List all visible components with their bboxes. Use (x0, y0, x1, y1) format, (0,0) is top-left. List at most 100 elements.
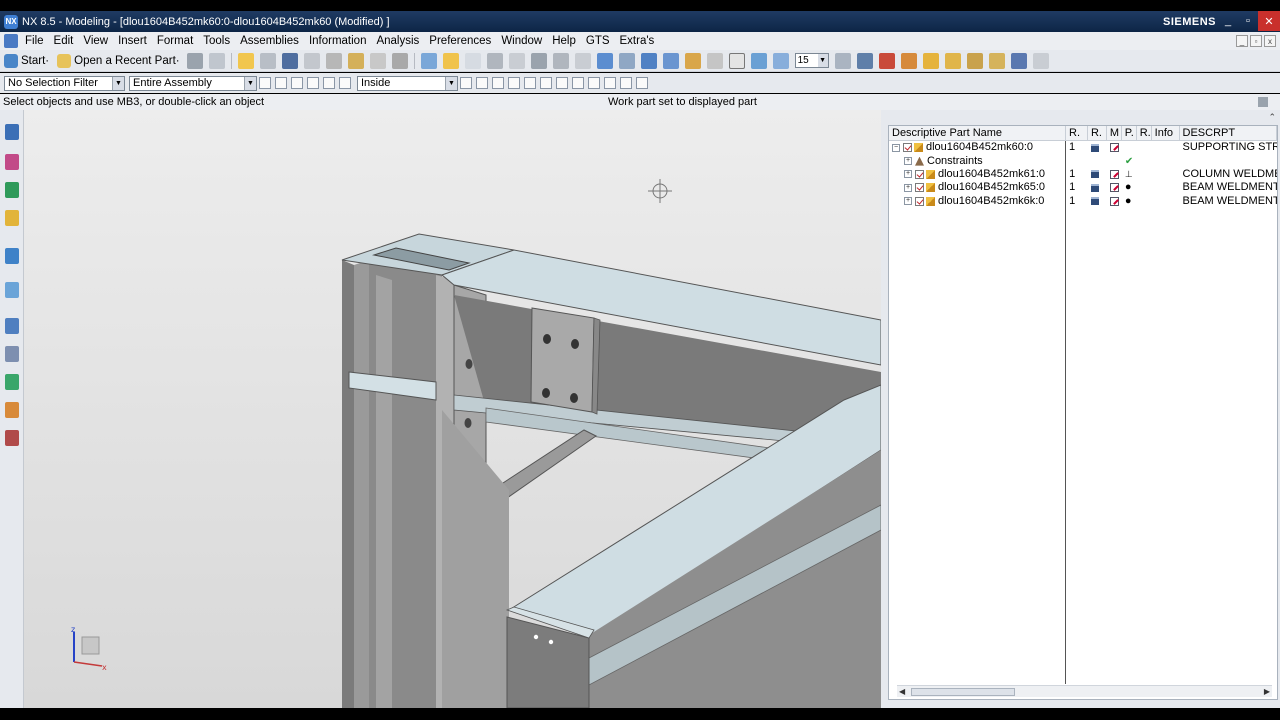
edit-section-icon[interactable] (596, 52, 613, 69)
minimize-button[interactable]: _ (1218, 11, 1238, 31)
collapse-icon[interactable]: − (892, 143, 900, 152)
explode-icon[interactable] (1032, 52, 1049, 69)
layer-settings-icon[interactable] (834, 52, 851, 69)
measure-icon[interactable] (878, 52, 895, 69)
search-part-icon[interactable] (259, 52, 276, 69)
maximize-button[interactable]: ▫ (1238, 11, 1258, 31)
tree-row[interactable]: + Constraints ✔ (889, 154, 1277, 167)
start-button[interactable]: Start· (0, 53, 53, 68)
cut-icon[interactable] (325, 52, 342, 69)
snap-perp-icon[interactable] (524, 77, 536, 89)
analysis-icon[interactable] (900, 52, 917, 69)
delete-icon[interactable] (391, 52, 408, 69)
status-toggle-icon[interactable] (1258, 97, 1268, 107)
snap-end-icon[interactable] (476, 77, 488, 89)
nx-menu-icon[interactable] (4, 34, 18, 48)
col-descriptive-part-name[interactable]: Descriptive Part Name (889, 126, 1067, 140)
open-recent-button[interactable]: Open a Recent Part· (53, 53, 183, 68)
snap-center-icon[interactable] (556, 77, 568, 89)
doc-restore-button[interactable]: ▫ (1250, 35, 1262, 47)
render-style-icon[interactable] (552, 52, 569, 69)
tree-row[interactable]: + dlou1604B452mk65:0 1 ● BEAM WELDMENT (889, 181, 1277, 194)
mirror-icon[interactable] (1010, 52, 1027, 69)
work-layer-icon[interactable] (618, 52, 635, 69)
menu-insert[interactable]: Insert (113, 35, 152, 47)
scroll-right-icon[interactable]: ▶ (1264, 687, 1270, 696)
visibility-checkbox[interactable] (903, 143, 912, 153)
scroll-left-icon[interactable]: ◀ (899, 687, 905, 696)
close-button[interactable]: ✕ (1258, 11, 1280, 31)
redo-icon[interactable] (208, 52, 225, 69)
print-icon[interactable] (303, 52, 320, 69)
rotate-icon[interactable] (486, 52, 503, 69)
hd3d-tools-tab-icon[interactable] (5, 248, 19, 264)
select-curve-icon[interactable] (339, 77, 351, 89)
col-descrpt[interactable]: DESCRPT (1180, 126, 1277, 140)
expand-icon[interactable]: + (904, 197, 912, 206)
selection-mode-dropdown[interactable]: Inside ▼ (357, 75, 458, 91)
menu-format[interactable]: Format (152, 35, 198, 47)
menu-extras[interactable]: Extra's (615, 35, 660, 47)
snap-more-icon[interactable] (636, 77, 648, 89)
snap-quadrant-icon[interactable] (572, 77, 584, 89)
copy-icon[interactable] (347, 52, 364, 69)
feature-icon[interactable] (291, 77, 303, 89)
open-folder-icon[interactable] (237, 52, 254, 69)
menu-tools[interactable]: Tools (198, 35, 235, 47)
snap-slash-icon[interactable] (620, 77, 632, 89)
horizontal-scrollbar[interactable]: ◀ ▶ (897, 685, 1272, 697)
system-scenes-tab-icon[interactable] (5, 430, 19, 446)
cube-wire-icon[interactable] (662, 52, 679, 69)
menu-file[interactable]: File (20, 35, 49, 47)
snap-line-icon[interactable] (508, 77, 520, 89)
frame-icon[interactable] (728, 52, 745, 69)
snap-plus-icon[interactable] (604, 77, 616, 89)
orient-icon[interactable] (530, 52, 547, 69)
assembly-navigator-tab-icon[interactable] (5, 124, 19, 140)
snap-mid-icon[interactable] (492, 77, 504, 89)
visibility-checkbox[interactable] (915, 169, 924, 179)
zoom-icon[interactable] (442, 52, 459, 69)
snap-icon[interactable] (574, 52, 591, 69)
view-orient-icon[interactable] (772, 52, 789, 69)
move-component-icon[interactable] (988, 52, 1005, 69)
paste-icon[interactable] (369, 52, 386, 69)
pan-icon[interactable] (508, 52, 525, 69)
col-modified[interactable]: M (1107, 126, 1122, 140)
shape-icon[interactable] (706, 52, 723, 69)
view-triad-icon[interactable] (750, 52, 767, 69)
visibility-checkbox[interactable] (915, 183, 924, 193)
doc-minimize-button[interactable]: _ (1236, 35, 1248, 47)
snap-point-icon[interactable] (460, 77, 472, 89)
expand-icon[interactable]: + (904, 183, 912, 192)
save-icon[interactable] (281, 52, 298, 69)
selection-filter-dropdown[interactable]: No Selection Filter ▼ (4, 75, 125, 91)
select-all-icon[interactable] (275, 77, 287, 89)
zoom-window-icon[interactable] (464, 52, 481, 69)
system-materials-tab-icon[interactable] (5, 346, 19, 362)
menu-help[interactable]: Help (547, 35, 581, 47)
pin-icon[interactable]: ⌃ (1268, 112, 1276, 123)
constraint-navigator-tab-icon[interactable] (5, 154, 19, 170)
undo-icon[interactable] (186, 52, 203, 69)
assembly-scope-dropdown[interactable]: Entire Assembly ▼ (129, 75, 257, 91)
menu-assemblies[interactable]: Assemblies (235, 35, 304, 47)
col-info[interactable]: Info (1152, 126, 1180, 140)
visibility-checkbox[interactable] (915, 196, 924, 206)
menu-window[interactable]: Window (496, 35, 547, 47)
layer-selector[interactable]: 15 ▼ (794, 53, 829, 68)
history-tab-icon[interactable] (5, 318, 19, 334)
menu-information[interactable]: Information (304, 35, 372, 47)
menu-view[interactable]: View (78, 35, 113, 47)
expand-icon[interactable]: + (904, 157, 912, 166)
tree-row[interactable]: + dlou1604B452mk6k:0 1 ● BEAM WELDMENT (889, 195, 1277, 208)
reuse-library-tab-icon[interactable] (5, 210, 19, 226)
cube-blue-icon[interactable] (640, 52, 657, 69)
snap-tangent-icon[interactable] (540, 77, 552, 89)
snap-intersect-icon[interactable] (588, 77, 600, 89)
menu-analysis[interactable]: Analysis (371, 35, 424, 47)
process-studio-tab-icon[interactable] (5, 374, 19, 390)
scroll-thumb[interactable] (911, 688, 1015, 696)
tree-row[interactable]: − dlou1604B452mk60:0 1 SUPPORTING STR (889, 141, 1277, 154)
assembly-icon[interactable] (922, 52, 939, 69)
